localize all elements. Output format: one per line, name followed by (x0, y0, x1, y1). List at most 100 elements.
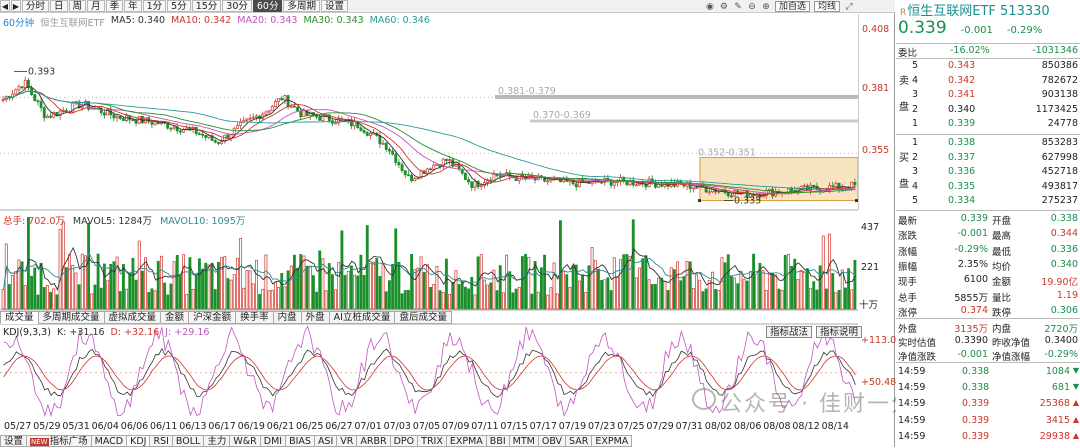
tick-row: 14:59 0.339 3415 ▲ (896, 415, 1080, 427)
order-book-row: 3 0.341 903138 (896, 89, 1080, 102)
order-book-row: 4 0.335 493817 (896, 181, 1080, 194)
indicator-bottom-tab[interactable]: NEW 指标广场 (26, 435, 92, 447)
indicator-bottom-tab[interactable]: DPO (389, 435, 419, 447)
date-tick: 07/15 (500, 421, 528, 432)
date-tick: 07/25 (617, 421, 645, 432)
period-button[interactable]: 季 (105, 0, 124, 12)
settings-icon[interactable]: ⚙ (719, 2, 729, 12)
draw-icon[interactable]: ✎ (733, 2, 743, 12)
indicator-bottom-tab-label: EXPMA (595, 436, 629, 447)
prev-arrow-icon[interactable]: ◀ (0, 0, 10, 12)
indicator-bottom-tab[interactable]: 设置 (0, 435, 28, 447)
kdj-legend: KDJ(9,3,3) K: +31.16 D: +32.16 J: +29.16 (3, 327, 209, 338)
stat-l1: 最新 (898, 216, 918, 227)
buy-side-label: 买盘 (899, 153, 909, 190)
tick-direction-icon: ▼ (1072, 382, 1079, 392)
add-watchlist-button[interactable]: 加自选 (774, 1, 810, 12)
indicator-bottom-tab-label: TRIX (421, 436, 443, 447)
tick-direction-icon: ▲ (1072, 398, 1079, 408)
indicator-bottom-tab[interactable]: SAR (565, 435, 593, 447)
period-button[interactable]: 设置 (320, 0, 348, 12)
price-tick: 0.381 (862, 83, 890, 94)
indicator-tab[interactable]: 外盘 (300, 311, 330, 324)
next-arrow-icon[interactable]: ▶ (11, 0, 21, 12)
stat-l1: 现手 (898, 277, 918, 289)
period-button[interactable]: 30分 (222, 0, 252, 12)
date-tick: 06/11 (150, 421, 178, 432)
indicator-bottom-tab[interactable]: 主力 (203, 435, 231, 447)
indicator-bottom-tab[interactable]: TRIX (417, 435, 447, 447)
indicator-bottom-tab[interactable]: ARBR (356, 435, 391, 447)
period-button[interactable]: 月 (87, 0, 105, 12)
indicator-bottom-tab[interactable]: VR (336, 435, 358, 447)
indicator-tab[interactable]: 成交量 (0, 311, 39, 324)
stat-v1: 6100 (963, 274, 988, 286)
stat-v2: 0.306 (1050, 304, 1078, 316)
period-button[interactable]: 5分 (167, 0, 191, 12)
indicator-bottom-tab[interactable]: EXPMA (591, 435, 633, 447)
period-button[interactable]: 60分 (252, 0, 283, 12)
indicator-tab[interactable]: 金额 (160, 311, 190, 324)
indicator-tab[interactable]: 内盘 (272, 311, 302, 324)
indicator-tab[interactable]: 沪深金额 (188, 311, 237, 324)
period-button[interactable]: 1分 (142, 0, 167, 12)
indicator-bottom-tab[interactable]: BOLL (171, 435, 205, 447)
tick-direction-icon: ▼ (1072, 366, 1079, 375)
order-book-vol: 1173425 (1035, 103, 1078, 115)
price-tick: 0.355 (862, 145, 890, 156)
period-button[interactable]: 多周期 (283, 0, 320, 12)
indicator-bottom-tab[interactable]: DMI (259, 435, 287, 447)
stat-v1: -0.001 (957, 348, 988, 360)
indicator-bottom-tab[interactable]: W&R (229, 435, 261, 447)
indicator-tab[interactable]: 换手率 (235, 311, 274, 324)
indicator-bottom-tab-label: BBI (489, 436, 506, 447)
date-tick: 08/06 (734, 421, 762, 432)
order-book-vol: 493817 (1041, 180, 1078, 192)
indicator-bottom-tab[interactable]: OBV (537, 435, 567, 447)
kline-chart-area[interactable]: ◀ ▶ 分时日周月季年 1分 5分 15分 30分 60分 多周期 设置 ◉ ⚙ ✎ ⊖ ⊕ … (0, 0, 937, 447)
indicator-bottom-tab-label: DPO (393, 436, 415, 447)
order-book-row: 4 0.342 782672 (896, 75, 1080, 88)
tick-time: 14:59 (898, 398, 926, 410)
zoom-out-icon[interactable]: ⊖ (747, 2, 757, 12)
period-button[interactable]: 日 (50, 0, 68, 12)
period-button[interactable]: 周 (68, 0, 87, 12)
indicator-bottom-tab[interactable]: ASI (313, 435, 338, 447)
indicator-bottom-tab-label: W&R (233, 436, 257, 447)
indicator-help-button[interactable]: 指标说明 (816, 326, 863, 338)
indicator-bottom-tab-label: BIAS (289, 436, 311, 447)
indicator-tab[interactable]: 虚拟成交量 (103, 311, 162, 324)
date-tick: 07/03 (383, 421, 411, 432)
indicator-bottom-tab-label: DMI (263, 436, 283, 447)
order-book-lvl: 4 (912, 74, 919, 86)
expand-icon[interactable]: ⤢ (844, 2, 854, 12)
indicator-bottom-tab-label: OBV (541, 436, 563, 447)
stat-v1: 5855万 (954, 292, 988, 304)
stat-row: 外盘 3135万 内盘 2720万 (896, 321, 1080, 335)
indicator-bottom-tab[interactable]: KDJ (126, 435, 151, 447)
date-tick: 08/14 (821, 421, 849, 432)
stat-v1: -0.001 (957, 228, 988, 240)
indicator-bottom-tabs: 设置 NEW 指标广场 MACD KDJ RSI BOLL 主力 W&R DMI BIAS ASI VR… (0, 435, 633, 447)
kdj-k-value: K: +31.16 (56, 327, 105, 338)
indicator-tab[interactable]: 盘后成交量 (394, 311, 452, 324)
zoom-in-icon[interactable]: ⊕ (761, 2, 771, 12)
period-button[interactable]: 年 (124, 0, 142, 12)
indicator-tab[interactable]: 多周期成交量 (37, 311, 105, 324)
indicator-bottom-tab[interactable]: EXPMA (445, 435, 487, 447)
indicator-bottom-tab[interactable]: MACD (90, 435, 128, 447)
indicator-bottom-tab[interactable]: RSI (149, 435, 173, 447)
indicator-tab[interactable]: AI立桩成交量 (328, 311, 396, 324)
eye-icon[interactable]: ◉ (705, 2, 715, 12)
tick-row: 14:59 0.339 29938 ▲ (896, 431, 1080, 443)
period-button[interactable]: 15分 (191, 0, 222, 12)
indicator-strategy-button[interactable]: 指标战法 (766, 326, 813, 338)
indicator-bottom-tab[interactable]: BIAS (285, 435, 315, 447)
price-tick: 0.408 (862, 24, 890, 35)
indicator-bottom-tab[interactable]: BBI (485, 435, 510, 447)
period-button[interactable]: 分时 (22, 0, 50, 12)
ma-line-button[interactable]: 均线 (813, 1, 840, 12)
date-tick: 07/05 (412, 421, 441, 432)
indicator-bottom-tab[interactable]: MTM (508, 435, 539, 447)
stat-v1: 3135万 (954, 324, 988, 335)
